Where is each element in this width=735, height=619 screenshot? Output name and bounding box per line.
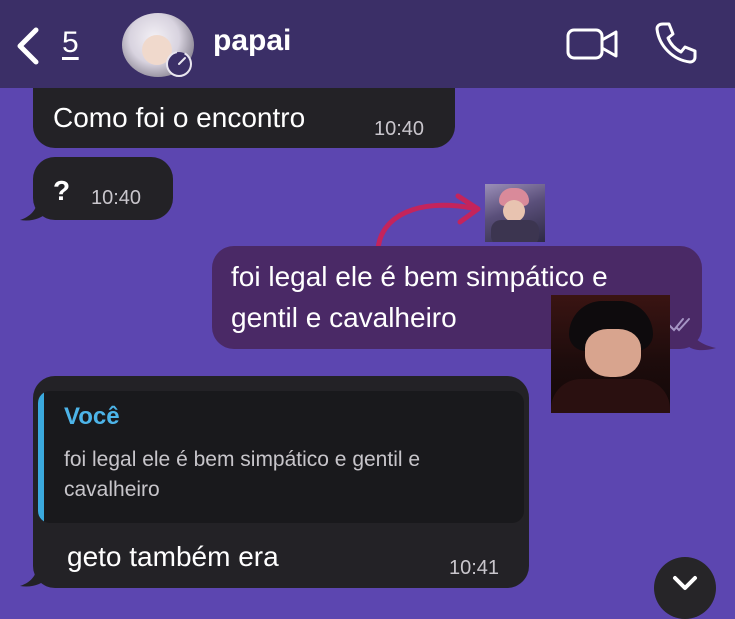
message-text: ? <box>53 175 71 206</box>
sticker-face <box>503 200 525 222</box>
incoming-message[interactable]: Como foi o encontro 10:40 <box>33 88 455 148</box>
sticker-body <box>491 220 539 242</box>
incoming-message[interactable]: ? 10:40 <box>33 157 173 220</box>
sticker-body <box>551 379 670 413</box>
scroll-to-bottom-button[interactable] <box>654 557 716 619</box>
bubble-tail <box>20 196 48 221</box>
chevron-down-icon <box>673 576 697 590</box>
chevron-left-icon[interactable] <box>14 26 42 66</box>
quoted-message[interactable]: Você foi legal ele é bem simpático e gen… <box>38 391 524 523</box>
phone-icon[interactable] <box>653 20 699 66</box>
quoted-text: foi legal ele é bem simpático e gentil e… <box>64 448 421 501</box>
message-text-line-1: foi legal ele é bem simpático e <box>231 261 608 292</box>
contact-name[interactable]: papai <box>213 24 291 58</box>
character-sticker-small <box>485 184 545 242</box>
bubble-tail <box>688 322 716 351</box>
message-text-line-2: gentil e cavalheiro <box>231 302 457 333</box>
unread-count-link[interactable]: 5 <box>62 26 79 60</box>
character-sticker-large <box>551 295 670 413</box>
timer-icon <box>166 51 192 77</box>
quoted-author: Você <box>64 403 120 430</box>
message-text: Como foi o encontro <box>53 102 306 133</box>
message-time: 10:40 <box>374 118 425 140</box>
video-camera-icon[interactable] <box>566 24 618 64</box>
chat-header: 5 papai <box>0 0 735 88</box>
arrow-annotation <box>375 193 481 253</box>
message-time: 10:41 <box>449 557 500 579</box>
sticker-face <box>585 329 641 377</box>
bubble-tail <box>20 560 48 587</box>
message-time: 10:40 <box>91 187 142 209</box>
message-text: geto também era <box>67 541 279 572</box>
quote-accent-bar <box>38 391 44 523</box>
